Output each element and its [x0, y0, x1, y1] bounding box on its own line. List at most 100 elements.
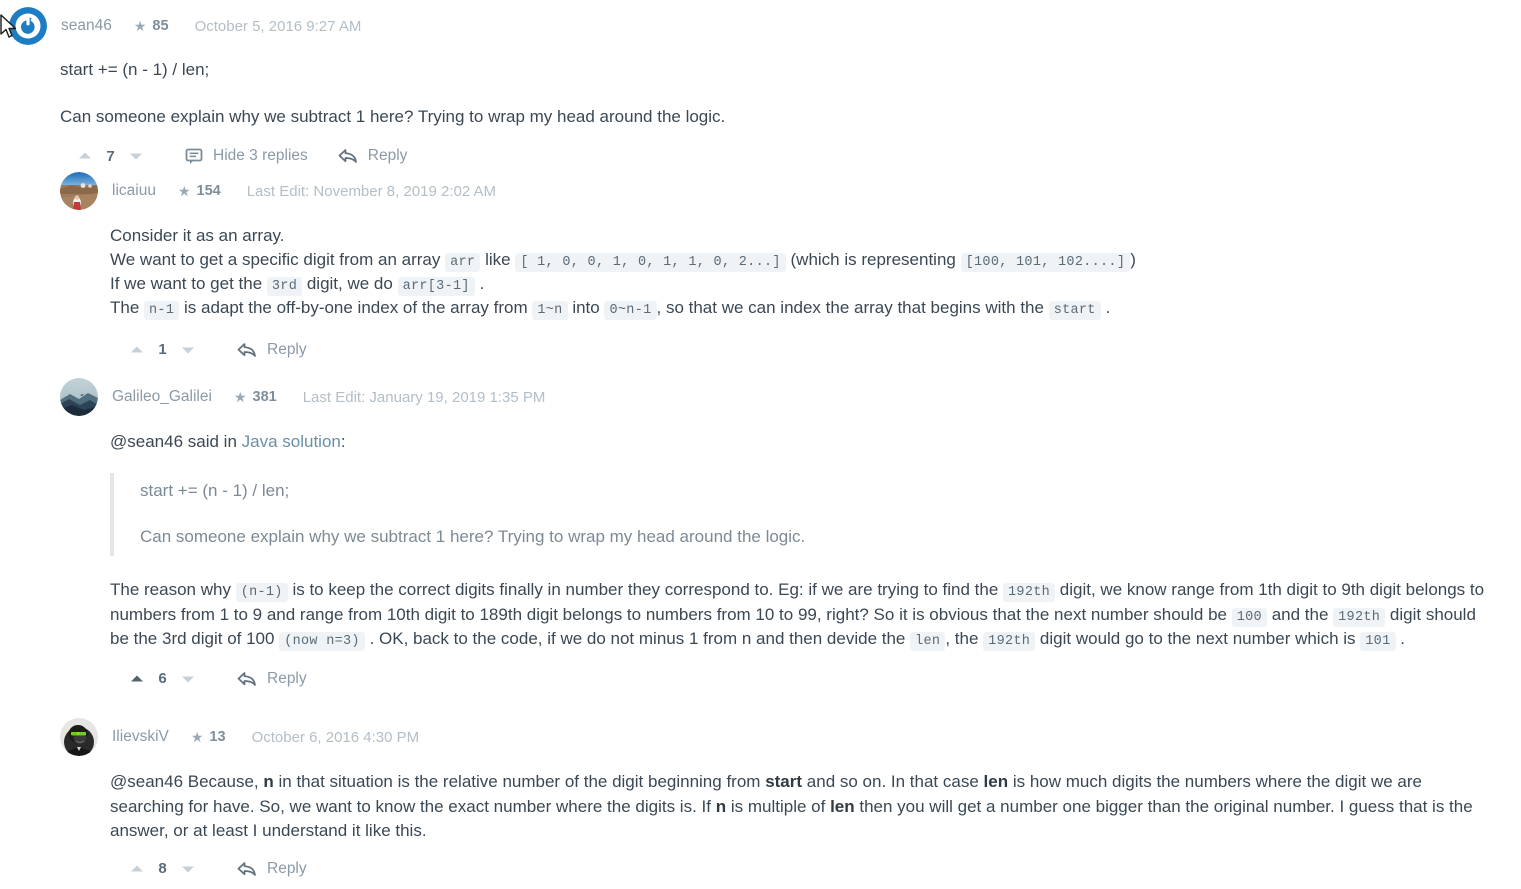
inline-code: [ 1, 0, 0, 1, 0, 1, 1, 0, 2...]: [515, 253, 786, 273]
reply-button[interactable]: Reply: [237, 670, 307, 688]
mouse-cursor: [0, 14, 20, 47]
inline-code: 0~n-1: [604, 301, 657, 321]
post-timestamp: October 5, 2016 9:27 AM: [194, 17, 362, 35]
star-icon: ★: [177, 183, 191, 199]
post-paragraph: @sean46 Because, n in that situation is …: [110, 770, 1495, 844]
reply-button[interactable]: Reply: [237, 860, 307, 878]
text-fragment: , so that we can index the array that be…: [656, 298, 1044, 318]
reputation-value: 154: [196, 183, 221, 199]
star-icon: ★: [233, 389, 247, 405]
text-fragment: The: [110, 298, 140, 318]
caret-up-icon: [131, 675, 143, 682]
avatar[interactable]: [60, 378, 98, 416]
emphasis-text: n: [263, 772, 274, 791]
reputation-value: 381: [252, 389, 277, 405]
post-timestamp: Last Edit: January 19, 2019 1:35 PM: [302, 388, 546, 406]
reply-label: Reply: [267, 669, 307, 687]
quote-intro: @sean46 said in Java solution:: [110, 430, 1490, 455]
reply-button[interactable]: Reply: [237, 341, 307, 359]
post-paragraph: Consider it as an array.: [110, 226, 285, 245]
post-timestamp: Last Edit: November 8, 2019 2:02 AM: [246, 182, 497, 200]
reply-arrow-icon: [237, 341, 257, 359]
caret-down-icon: [182, 347, 194, 354]
post-header: sean46 ★ 85 October 5, 2016 9:27 AM: [0, 6, 1500, 46]
reply-button[interactable]: Reply: [338, 147, 408, 165]
text-fragment: .: [479, 274, 485, 294]
inline-code: 192th: [983, 632, 1036, 652]
caret-up-icon: [131, 865, 143, 872]
text-fragment: and so on. In that case: [806, 772, 979, 791]
downvote-button[interactable]: [127, 147, 145, 165]
comment-thread-page: sean46 ★ 85 October 5, 2016 9:27 AM star…: [0, 0, 1521, 889]
post-body: @sean46 Because, n in that situation is …: [110, 770, 1495, 844]
upvote-button[interactable]: [128, 670, 146, 688]
post-paragraph: If we want to get the 3rd digit, we do a…: [110, 272, 1490, 297]
post-actions: 6 Reply: [128, 662, 1500, 696]
text-fragment: is multiple of: [730, 796, 826, 816]
reply-label: Reply: [367, 147, 408, 165]
reputation-value: 85: [152, 18, 169, 34]
text-fragment: :: [340, 432, 346, 451]
vote-count: 8: [158, 860, 167, 878]
text-fragment: ): [1130, 250, 1136, 270]
avatar[interactable]: [60, 172, 98, 210]
caret-down-icon: [182, 866, 194, 873]
downvote-button[interactable]: [179, 860, 197, 878]
inline-code: 100: [1231, 607, 1267, 627]
vote-count: 1: [158, 341, 167, 359]
post-body: start += (n - 1) / len; Can someone expl…: [60, 58, 1480, 129]
upvote-button[interactable]: [128, 341, 146, 359]
quoted-topic-link[interactable]: Java solution: [242, 432, 341, 451]
text-fragment: is adapt the off-by-one index of the arr…: [183, 298, 528, 318]
reputation-value: 13: [209, 729, 226, 745]
vote-box: 6: [128, 670, 197, 688]
hide-replies-button[interactable]: Hide 3 replies: [185, 147, 308, 165]
vote-box: 8: [128, 860, 197, 878]
inline-code: 101: [1360, 632, 1396, 652]
post-actions: 8 Reply: [128, 852, 1500, 886]
reply-arrow-icon: [338, 147, 358, 165]
star-icon: ★: [133, 18, 147, 34]
vote-count: 6: [158, 670, 167, 688]
post-header: IlievskiV ★ 13 October 6, 2016 4:30 PM: [0, 718, 1500, 756]
caret-up-icon: [79, 152, 91, 159]
downvote-button[interactable]: [179, 670, 197, 688]
inline-code: 192th: [1333, 607, 1386, 627]
downvote-button[interactable]: [179, 341, 197, 359]
post-actions: 7 Hide 3 replies Reply: [76, 139, 1500, 173]
upvote-button[interactable]: [76, 147, 94, 165]
post-username[interactable]: IlievskiV: [112, 728, 169, 746]
post-actions: 1 Reply: [128, 333, 1500, 367]
emphasis-text: len: [830, 796, 855, 816]
text-fragment: .: [1400, 629, 1405, 649]
avatar[interactable]: [60, 718, 98, 756]
post-ilievskiv: IlievskiV ★ 13 October 6, 2016 4:30 PM @…: [0, 718, 1500, 886]
text-fragment: We want to get a specific digit from an …: [110, 250, 441, 270]
emphasis-text: len: [983, 772, 1009, 791]
post-username[interactable]: licaiuu: [112, 182, 156, 200]
text-fragment: and the: [1271, 604, 1329, 624]
text-fragment: digit would go to the next number which …: [1039, 629, 1356, 649]
vote-box: 1: [128, 341, 197, 359]
quoted-block: start += (n - 1) / len; Can someone expl…: [110, 472, 1490, 556]
text-fragment: like: [485, 250, 511, 270]
desert-photo-avatar-icon: [60, 172, 98, 210]
reply-label: Reply: [267, 340, 307, 358]
reputation: ★ 154: [178, 183, 221, 199]
text-fragment: , the: [945, 629, 979, 649]
text-fragment: @sean46 Because,: [110, 772, 259, 791]
post-username[interactable]: Galileo_Galilei: [112, 388, 212, 406]
text-fragment: digit, we do: [306, 274, 393, 294]
reply-arrow-icon: [237, 860, 257, 878]
post-body: Consider it as an array. We want to get …: [110, 224, 1490, 321]
vote-box: 7: [76, 147, 145, 165]
post-username[interactable]: sean46: [61, 17, 112, 35]
text-fragment: in that situation is the relative number…: [278, 772, 761, 791]
text-fragment: .: [1105, 298, 1111, 318]
inline-code: arr[3-1]: [397, 277, 475, 297]
post-paragraph: start += (n - 1) / len;: [60, 60, 210, 79]
reputation: ★ 13: [191, 729, 226, 745]
inline-code: 1~n: [532, 301, 568, 321]
upvote-button[interactable]: [128, 860, 146, 878]
inline-code: 192th: [1003, 582, 1056, 602]
